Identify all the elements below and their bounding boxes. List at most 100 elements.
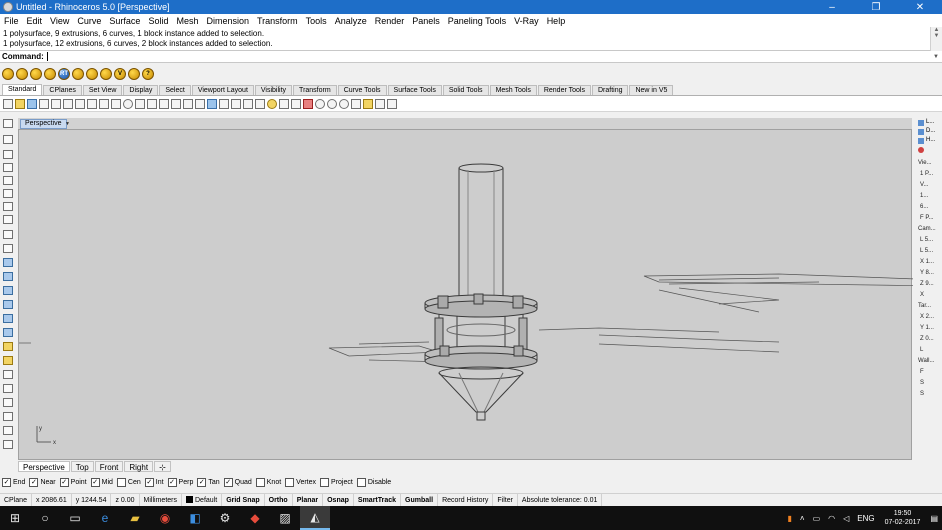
points-icon[interactable] [255, 98, 265, 109]
osnap-point[interactable]: ✓ Point [59, 477, 87, 487]
loft-icon[interactable] [3, 272, 13, 281]
osnap-project[interactable]: Project [320, 477, 353, 487]
paste-icon[interactable] [87, 98, 97, 109]
command-line[interactable]: Command: ▼ [0, 51, 942, 63]
chevron-up-icon[interactable]: ˄ [796, 514, 809, 523]
undo-icon[interactable] [99, 98, 109, 109]
light-icon[interactable] [267, 98, 277, 109]
new-file-icon[interactable] [3, 98, 13, 109]
shaded-icon[interactable] [303, 98, 313, 109]
tab-visibility[interactable]: Visibility [254, 85, 293, 95]
menu-paneling-tools[interactable]: Paneling Tools [444, 16, 510, 26]
tab-right[interactable]: Right [124, 461, 154, 472]
render-tool-icon[interactable] [3, 412, 13, 421]
ortho-toggle[interactable]: Ortho [265, 493, 293, 507]
panel-item[interactable]: X [916, 290, 942, 301]
windows-start-icon[interactable]: ⊞ [0, 506, 30, 530]
perspective-viewport[interactable]: y x [18, 129, 942, 460]
fillet-icon[interactable] [3, 244, 13, 253]
properties-panel-icon[interactable] [291, 98, 301, 109]
tab-curve-tools[interactable]: Curve Tools [337, 85, 387, 95]
menu-surface[interactable]: Surface [105, 16, 144, 26]
move-icon[interactable] [219, 98, 229, 109]
tab-solid-tools[interactable]: Solid Tools [442, 85, 489, 95]
zoom-dynamic-icon[interactable] [135, 98, 145, 109]
tab-mesh-tools[interactable]: Mesh Tools [489, 85, 537, 95]
render-icon[interactable] [351, 98, 361, 109]
tab-perspective[interactable]: Perspective [18, 461, 70, 472]
color-wheel-icon[interactable] [315, 98, 325, 109]
cplane-icon[interactable] [231, 98, 241, 109]
zoom-window-icon[interactable] [147, 98, 157, 109]
tab-new-in-v5[interactable]: New in V5 [629, 85, 674, 95]
checkbox[interactable]: ✓ [223, 477, 233, 487]
print-icon[interactable] [39, 98, 49, 109]
language-indicator[interactable]: ENG [853, 514, 878, 523]
zoom-extents-icon[interactable] [159, 98, 169, 109]
analyze-icon[interactable] [3, 398, 13, 407]
dimension-icon[interactable] [3, 384, 13, 393]
osnap-mid[interactable]: ✓ Mid [90, 477, 113, 487]
cut-icon[interactable] [63, 98, 73, 109]
panel-item[interactable]: Z 0... [916, 334, 942, 345]
checkbox[interactable]: ✓ [90, 477, 100, 487]
curve-icon[interactable] [3, 163, 13, 172]
render-sphere-icon[interactable] [327, 98, 337, 109]
rt-icon[interactable]: RT [58, 68, 70, 80]
rotate-view-icon[interactable] [123, 98, 133, 109]
layer-icon[interactable] [279, 98, 289, 109]
panel-item[interactable]: L 5... [916, 235, 942, 246]
blend-icon[interactable] [3, 426, 13, 435]
tab-front[interactable]: Front [94, 461, 124, 472]
checkbox[interactable]: ✓ [2, 477, 11, 487]
action-center-icon[interactable]: ▤ [926, 514, 942, 523]
help-icon[interactable]: ? [142, 68, 154, 80]
gumball-toggle[interactable]: Gumball [401, 493, 439, 507]
wifi-icon[interactable]: ◠ [824, 514, 839, 523]
add-viewport-tab[interactable]: ⊹ [154, 461, 171, 472]
app-icon[interactable]: ◆ [240, 506, 270, 530]
panel-item[interactable]: 1... [916, 191, 942, 202]
panel-item[interactable]: L 5... [916, 246, 942, 257]
tab-render-tools[interactable]: Render Tools [537, 85, 591, 95]
osnap-toggle[interactable]: Osnap [323, 493, 354, 507]
osnap-perp[interactable]: ✓ Perp [167, 477, 193, 487]
panel-item[interactable]: L [916, 345, 942, 356]
menu-curve[interactable]: Curve [73, 16, 105, 26]
more-tools-icon[interactable] [3, 440, 13, 449]
plugin-icon[interactable] [2, 68, 14, 80]
panel-item[interactable]: F [916, 367, 942, 378]
tab-top[interactable]: Top [70, 461, 94, 472]
plugin-icon[interactable] [100, 68, 112, 80]
mesh-icon[interactable] [3, 328, 13, 337]
edge-icon[interactable]: e [90, 506, 120, 530]
tab-transform[interactable]: Transform [293, 85, 337, 95]
menu-dimension[interactable]: Dimension [202, 16, 253, 26]
tab-surface-tools[interactable]: Surface Tools [387, 85, 442, 95]
units-label[interactable]: Millimeters [140, 493, 182, 507]
task-view-icon[interactable]: ▭ [60, 506, 90, 530]
polygon-icon[interactable] [3, 230, 13, 239]
menu-vray[interactable]: V-Ray [510, 16, 543, 26]
plugin-icon[interactable] [72, 68, 84, 80]
menu-view[interactable]: View [46, 16, 73, 26]
panel-tab-color[interactable] [916, 145, 942, 154]
tab-viewport-layout[interactable]: Viewport Layout [191, 85, 254, 95]
panel-item[interactable]: F P... [916, 213, 942, 224]
plugin-icon[interactable] [128, 68, 140, 80]
osnap-int[interactable]: ✓ Int [144, 477, 164, 487]
polyline-icon[interactable] [3, 150, 13, 159]
material-sphere-icon[interactable] [339, 98, 349, 109]
light-bulb-icon[interactable] [363, 98, 373, 109]
solid-icon[interactable] [3, 300, 13, 309]
checkbox[interactable] [356, 477, 366, 487]
history-scrollbar[interactable]: ▲ ▼ [930, 27, 942, 51]
file-explorer-icon[interactable]: ▰ [120, 506, 150, 530]
transform-icon[interactable] [3, 356, 13, 365]
panel-item[interactable]: X 1... [916, 257, 942, 268]
copy-icon[interactable] [75, 98, 85, 109]
help-icon[interactable] [387, 98, 397, 109]
osnap-vertex[interactable]: Vertex [285, 477, 316, 487]
checkbox[interactable]: ✓ [29, 477, 39, 487]
smarttrack-toggle[interactable]: SmartTrack [354, 493, 402, 507]
